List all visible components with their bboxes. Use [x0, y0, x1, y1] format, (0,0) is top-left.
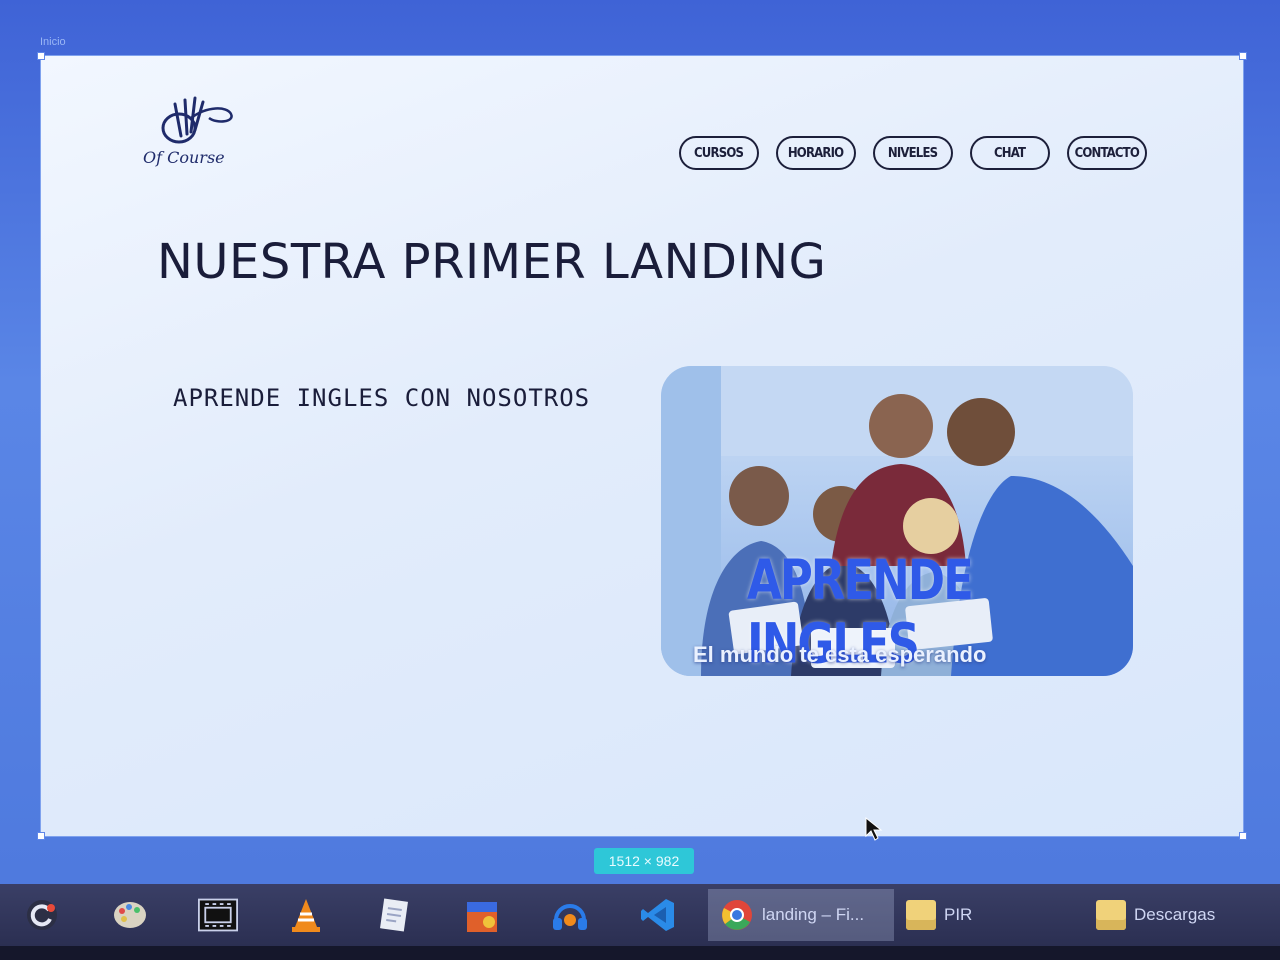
taskbar-window-title: Descargas: [1134, 905, 1216, 924]
resize-handle-top-left[interactable]: [37, 52, 45, 60]
hero-image: APRENDE INGLES El mundo te esta esperand…: [661, 366, 1133, 676]
main-nav: CURSOS HORARIO NIVELES CHAT CONTACTO: [678, 136, 1147, 170]
nav-niveles-button[interactable]: NIVELES: [872, 136, 953, 170]
page-subtitle: APRENDE INGLES CON NOSOTROS: [173, 384, 591, 412]
folder-icon: [906, 900, 936, 930]
mouse-pointer-icon: [865, 816, 883, 841]
screen-bezel: [0, 946, 1280, 960]
chrome-icon: [722, 900, 752, 930]
taskbar-window-landing[interactable]: landing – Fi...: [708, 889, 894, 941]
resize-handle-top-right[interactable]: [1239, 52, 1247, 60]
vlc-cone-icon[interactable]: [286, 895, 326, 935]
store-bag-icon[interactable]: [462, 895, 502, 935]
headphones-icon[interactable]: [550, 895, 590, 935]
taskbar-window-pir[interactable]: PIR: [894, 889, 1084, 941]
logo-text: Of Course: [143, 148, 225, 167]
resize-handle-bottom-left[interactable]: [37, 832, 45, 840]
paint-palette-icon[interactable]: [110, 895, 150, 935]
taskbar: landing – Fi... PIR Descargas: [0, 884, 1280, 946]
hero-tagline: El mundo te esta esperando: [693, 642, 987, 667]
nav-horario-button[interactable]: HORARIO: [775, 136, 856, 170]
refresh-app-icon[interactable]: [22, 895, 62, 935]
notes-icon[interactable]: [374, 895, 414, 935]
pen-hand-icon: [161, 96, 233, 144]
resize-handle-bottom-right[interactable]: [1239, 832, 1247, 840]
vscode-icon[interactable]: [638, 895, 678, 935]
folder-icon: [1096, 900, 1126, 930]
video-editor-icon[interactable]: [198, 895, 238, 935]
frame-size-badge: 1512 × 982: [594, 848, 694, 874]
taskbar-window-descargas[interactable]: Descargas: [1084, 889, 1234, 941]
page-title: NUESTRA PRIMER LANDING: [157, 234, 827, 290]
landing-frame[interactable]: Of Course CURSOS HORARIO NIVELES CHAT CO…: [37, 52, 1247, 840]
brand-logo[interactable]: Of Course: [141, 92, 241, 172]
nav-contacto-button[interactable]: CONTACTO: [1066, 136, 1147, 170]
nav-chat-button[interactable]: CHAT: [969, 136, 1050, 170]
nav-cursos-button[interactable]: CURSOS: [678, 136, 759, 170]
frame-label[interactable]: Inicio: [40, 36, 66, 48]
taskbar-window-title: landing – Fi...: [762, 905, 865, 924]
taskbar-window-title: PIR: [944, 905, 973, 924]
